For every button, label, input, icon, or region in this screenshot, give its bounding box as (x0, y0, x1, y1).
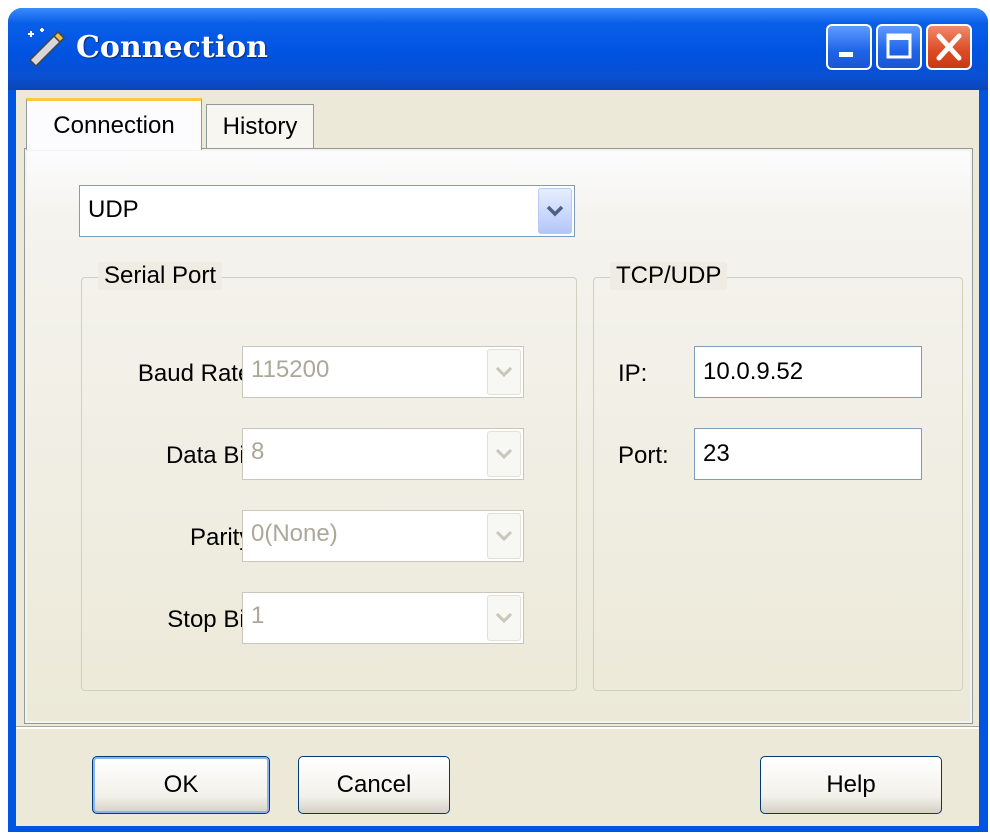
minimize-icon (839, 52, 853, 57)
maximize-icon (886, 33, 912, 59)
data-bit-value: 8 (251, 438, 265, 465)
close-icon (936, 33, 962, 61)
cancel-button[interactable]: Cancel (298, 756, 450, 814)
tab-connection[interactable]: Connection (26, 98, 202, 150)
port-field[interactable]: 23 (694, 428, 922, 480)
chevron-down-icon (495, 448, 513, 460)
tab-history[interactable]: History (206, 104, 314, 148)
dropdown-button (487, 513, 521, 559)
title-bar[interactable]: Connection (8, 8, 988, 90)
tab-panel-body: UDP Serial Port Baud Rate: 115200 Data B… (27, 151, 970, 721)
stop-bit-dropdown: 1 (242, 592, 524, 644)
dropdown-button (487, 349, 521, 395)
parity-dropdown: 0(None) (242, 510, 524, 562)
port-label: Port: (618, 442, 669, 469)
serial-port-group: Serial Port Baud Rate: 115200 Data Bit: … (81, 262, 577, 691)
tcp-udp-group: TCP/UDP IP: 10.0.9.52 Port: 23 (593, 262, 963, 691)
connection-window: Connection Connection History UDP Serial… (8, 8, 988, 832)
help-button[interactable]: Help (760, 756, 942, 814)
wand-connection-icon (28, 28, 66, 68)
maximize-button[interactable] (876, 24, 922, 70)
data-bit-dropdown: 8 (242, 428, 524, 480)
chevron-down-icon (546, 205, 564, 217)
ok-button[interactable]: OK (92, 756, 270, 814)
minimize-button[interactable] (826, 24, 872, 70)
window-title: Connection (76, 30, 268, 65)
baud-rate-label: Baud Rate: (137, 360, 258, 387)
dropdown-button (487, 595, 521, 641)
chevron-down-icon (495, 530, 513, 542)
parity-value: 0(None) (251, 520, 338, 547)
close-button[interactable] (926, 24, 972, 70)
connection-tab-panel: UDP Serial Port Baud Rate: 115200 Data B… (24, 148, 973, 724)
button-separator (16, 726, 979, 729)
connection-type-value: UDP (88, 196, 139, 223)
chevron-down-icon (495, 612, 513, 624)
tcp-udp-group-label: TCP/UDP (610, 262, 728, 290)
ip-address-field[interactable]: 10.0.9.52 (694, 346, 922, 398)
connection-type-dropdown[interactable]: UDP (79, 185, 575, 237)
dialog-client-area: Connection History UDP Serial Port Baud … (16, 90, 979, 826)
serial-port-group-label: Serial Port (98, 262, 223, 290)
ip-label: IP: (618, 360, 648, 387)
dropdown-button[interactable] (538, 188, 572, 234)
baud-rate-dropdown: 115200 (242, 346, 524, 398)
chevron-down-icon (495, 366, 513, 378)
baud-rate-value: 115200 (251, 356, 330, 383)
dropdown-button (487, 431, 521, 477)
stop-bit-value: 1 (251, 602, 265, 629)
